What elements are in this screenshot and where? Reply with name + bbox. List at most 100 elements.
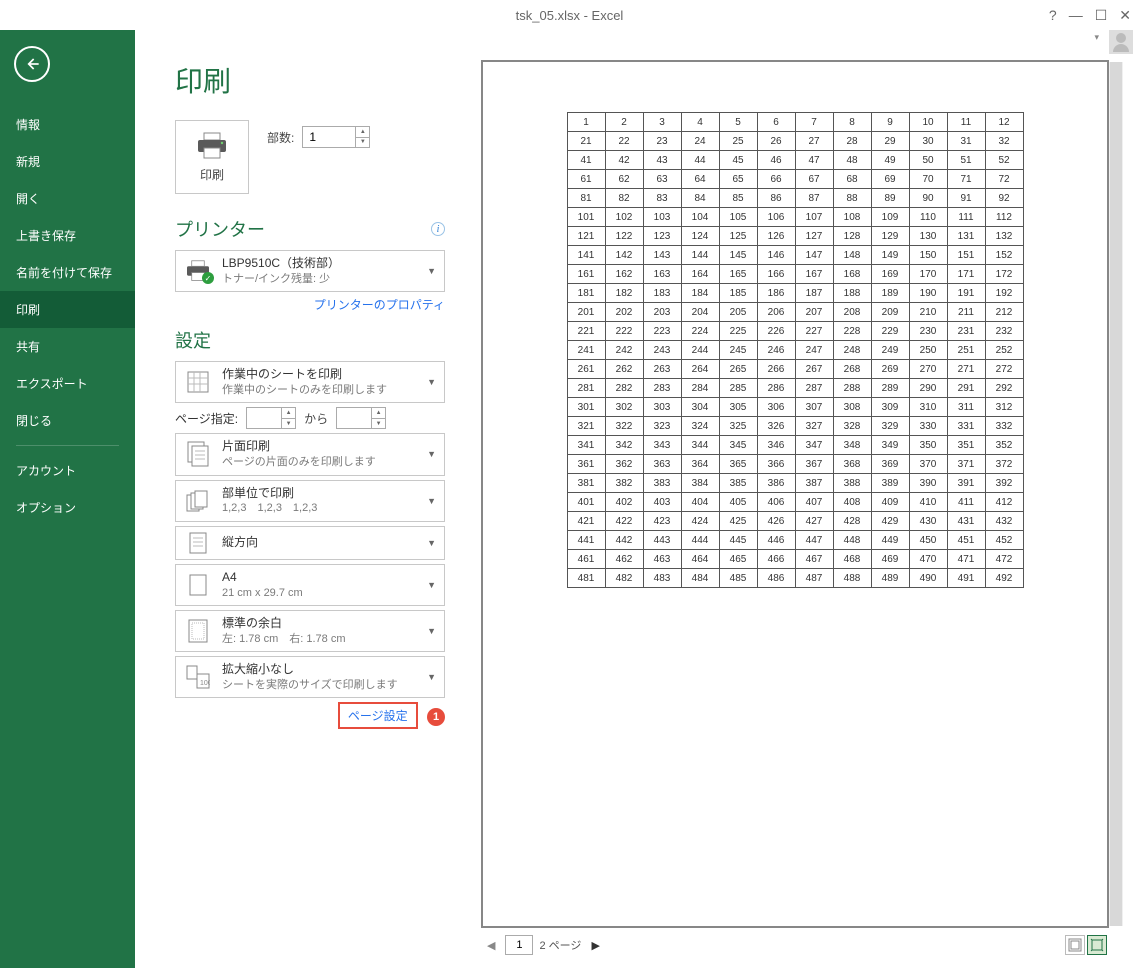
info-icon[interactable]: i bbox=[431, 222, 445, 236]
preview-cell: 107 bbox=[795, 208, 833, 227]
preview-cell: 149 bbox=[871, 246, 909, 265]
printer-status: トナー/インク残量: 少 bbox=[222, 272, 417, 287]
annotation-badge: 1 bbox=[427, 708, 445, 726]
minimize-button[interactable]: — bbox=[1069, 7, 1083, 23]
sidebar-item[interactable]: 開く bbox=[0, 180, 135, 217]
preview-cell: 271 bbox=[947, 360, 985, 379]
preview-scrollbar[interactable] bbox=[1109, 62, 1123, 926]
preview-cell: 48 bbox=[833, 151, 871, 170]
sidebar-item[interactable]: 印刷 bbox=[0, 291, 135, 328]
preview-cell: 6 bbox=[757, 113, 795, 132]
preview-cell: 242 bbox=[605, 341, 643, 360]
preview-cell: 49 bbox=[871, 151, 909, 170]
preview-cell: 125 bbox=[719, 227, 757, 246]
preview-cell: 462 bbox=[605, 550, 643, 569]
preview-cell: 364 bbox=[681, 455, 719, 474]
preview-cell: 230 bbox=[909, 322, 947, 341]
preview-cell: 132 bbox=[985, 227, 1023, 246]
orientation-selector[interactable]: 縦方向 ▼ bbox=[175, 526, 445, 560]
preview-cell: 349 bbox=[871, 436, 909, 455]
preview-cell: 245 bbox=[719, 341, 757, 360]
copies-up-button[interactable]: ▲ bbox=[355, 127, 369, 138]
print-what-selector[interactable]: 作業中のシートを印刷 作業中のシートのみを印刷します ▼ bbox=[175, 361, 445, 403]
preview-cell: 82 bbox=[605, 189, 643, 208]
preview-cell: 247 bbox=[795, 341, 833, 360]
preview-cell: 71 bbox=[947, 170, 985, 189]
preview-cell: 24 bbox=[681, 132, 719, 151]
page-from-down[interactable]: ▼ bbox=[281, 419, 295, 429]
printer-properties-link[interactable]: プリンターのプロパティ bbox=[175, 296, 445, 313]
preview-cell: 26 bbox=[757, 132, 795, 151]
scale-selector[interactable]: 100 拡大縮小なし シートを実際のサイズで印刷します ▼ bbox=[175, 656, 445, 698]
sidebar-item[interactable]: 上書き保存 bbox=[0, 217, 135, 254]
margins-selector[interactable]: 標準の余白 左: 1.78 cm 右: 1.78 cm ▼ bbox=[175, 610, 445, 652]
current-page-input[interactable] bbox=[505, 935, 533, 955]
preview-cell: 463 bbox=[643, 550, 681, 569]
show-margins-button[interactable] bbox=[1065, 935, 1085, 955]
printer-selector[interactable]: LBP9510C（技術部） トナー/インク残量: 少 ▼ bbox=[175, 250, 445, 292]
sidebar-item[interactable]: オプション bbox=[0, 489, 135, 526]
preview-cell: 331 bbox=[947, 417, 985, 436]
preview-cell: 372 bbox=[985, 455, 1023, 474]
print-button[interactable]: 印刷 bbox=[175, 120, 249, 194]
preview-cell: 346 bbox=[757, 436, 795, 455]
help-icon[interactable]: ? bbox=[1049, 7, 1057, 23]
ribbon-options-icon[interactable]: ▾ bbox=[1094, 32, 1099, 43]
preview-cell: 426 bbox=[757, 512, 795, 531]
preview-cell: 464 bbox=[681, 550, 719, 569]
sidebar-item[interactable]: エクスポート bbox=[0, 365, 135, 402]
page-from-up[interactable]: ▲ bbox=[281, 408, 295, 419]
copies-down-button[interactable]: ▼ bbox=[355, 138, 369, 148]
preview-cell: 86 bbox=[757, 189, 795, 208]
preview-cell: 310 bbox=[909, 398, 947, 417]
preview-cell: 225 bbox=[719, 322, 757, 341]
preview-cell: 350 bbox=[909, 436, 947, 455]
sidebar-item[interactable]: アカウント bbox=[0, 452, 135, 489]
preview-cell: 211 bbox=[947, 303, 985, 322]
preview-cell: 467 bbox=[795, 550, 833, 569]
sidebar-item[interactable]: 共有 bbox=[0, 328, 135, 365]
preview-cell: 352 bbox=[985, 436, 1023, 455]
page-to-up[interactable]: ▲ bbox=[371, 408, 385, 419]
preview-cell: 381 bbox=[567, 474, 605, 493]
back-arrow-icon bbox=[22, 54, 42, 74]
preview-cell: 306 bbox=[757, 398, 795, 417]
preview-cell: 311 bbox=[947, 398, 985, 417]
page-setup-link[interactable]: ページ設定 bbox=[338, 702, 418, 729]
page-to-down[interactable]: ▼ bbox=[371, 419, 385, 429]
maximize-button[interactable]: ☐ bbox=[1095, 7, 1108, 24]
sides-selector[interactable]: 片面印刷 ページの片面のみを印刷します ▼ bbox=[175, 433, 445, 475]
sidebar-item[interactable]: 情報 bbox=[0, 106, 135, 143]
zoom-to-page-button[interactable] bbox=[1087, 935, 1107, 955]
collate-selector[interactable]: 部単位で印刷 1,2,3 1,2,3 1,2,3 ▼ bbox=[175, 480, 445, 522]
next-page-button[interactable]: ▶ bbox=[587, 939, 603, 952]
preview-cell: 190 bbox=[909, 284, 947, 303]
preview-cell: 269 bbox=[871, 360, 909, 379]
preview-cell: 304 bbox=[681, 398, 719, 417]
preview-cell: 451 bbox=[947, 531, 985, 550]
preview-cell: 421 bbox=[567, 512, 605, 531]
preview-cell: 312 bbox=[985, 398, 1023, 417]
preview-cell: 388 bbox=[833, 474, 871, 493]
preview-cell: 442 bbox=[605, 531, 643, 550]
close-button[interactable]: ✕ bbox=[1119, 7, 1131, 24]
paper-selector[interactable]: A4 21 cm x 29.7 cm ▼ bbox=[175, 564, 445, 606]
preview-cell: 224 bbox=[681, 322, 719, 341]
sidebar-item[interactable]: 名前を付けて保存 bbox=[0, 254, 135, 291]
preview-cell: 446 bbox=[757, 531, 795, 550]
sidebar-item[interactable]: 閉じる bbox=[0, 402, 135, 439]
preview-cell: 191 bbox=[947, 284, 985, 303]
preview-cell: 489 bbox=[871, 569, 909, 588]
preview-cell: 390 bbox=[909, 474, 947, 493]
user-avatar[interactable] bbox=[1109, 30, 1133, 57]
preview-cell: 131 bbox=[947, 227, 985, 246]
preview-cell: 323 bbox=[643, 417, 681, 436]
back-button[interactable] bbox=[14, 46, 50, 82]
preview-cell: 205 bbox=[719, 303, 757, 322]
chevron-down-icon: ▼ bbox=[427, 266, 436, 276]
preview-cell: 268 bbox=[833, 360, 871, 379]
chevron-down-icon: ▼ bbox=[427, 449, 436, 459]
prev-page-button[interactable]: ◀ bbox=[483, 939, 499, 952]
preview-cell: 404 bbox=[681, 493, 719, 512]
sidebar-item[interactable]: 新規 bbox=[0, 143, 135, 180]
